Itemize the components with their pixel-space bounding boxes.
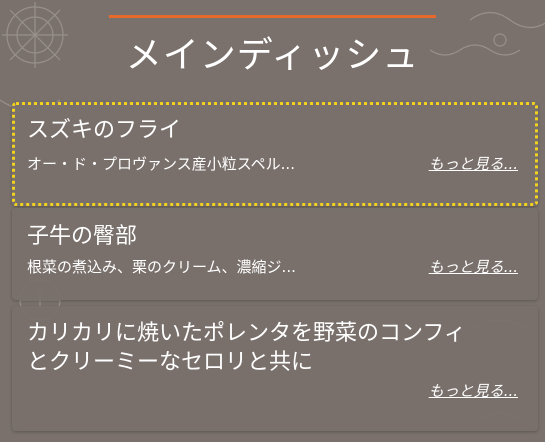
title-accent-rule [109,15,436,18]
see-more-link[interactable]: もっと見る... [429,381,518,401]
menu-item-card[interactable]: 子牛の臀部 根菜の煮込み、栗のクリーム、濃縮ジ... もっと見る... [12,208,538,300]
menu-item-card[interactable]: スズキのフライ オー・ド・プロヴァンス産小粒スペル... もっと見る... [12,102,538,206]
menu-item-card[interactable]: カリカリに焼いたポレンタを野菜のコンフィとクリーミーなセロリと共に もっと見る.… [12,306,538,431]
page-title: メインディッシュ [125,35,420,76]
see-more-link[interactable]: もっと見る... [429,257,518,277]
menu-item-title: スズキのフライ [27,118,182,143]
menu-item-title: カリカリに焼いたポレンタを野菜のコンフィとクリーミーなセロリと共に [27,321,466,375]
menu-item-description: 根菜の煮込み、栗のクリーム、濃縮ジ... [27,258,296,276]
menu-item-title: 子牛の臀部 [27,224,138,249]
menu-item-description: オー・ド・プロヴァンス産小粒スペル... [27,155,295,173]
see-more-link[interactable]: もっと見る... [429,154,518,174]
